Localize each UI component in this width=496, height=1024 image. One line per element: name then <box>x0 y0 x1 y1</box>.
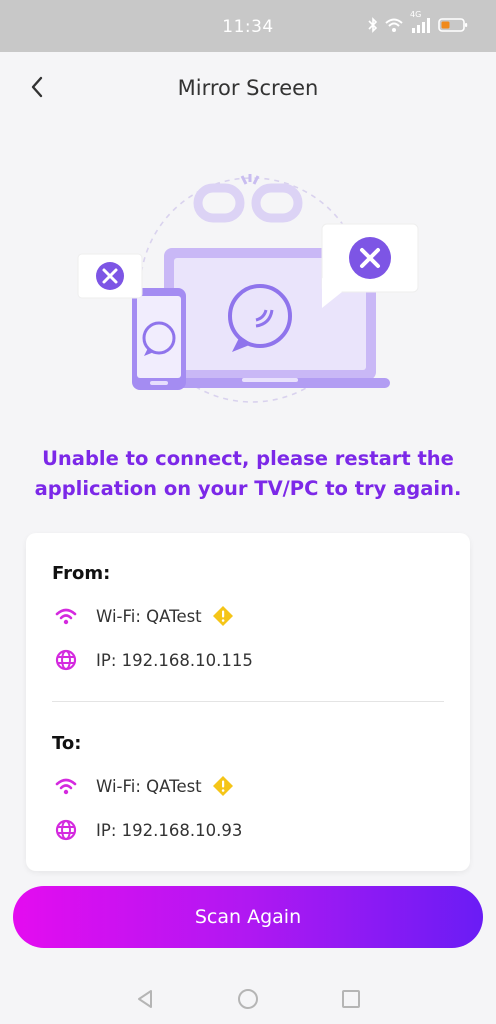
from-ip-row: IP: 192.168.10.115 <box>54 647 253 673</box>
wifi-icon <box>384 17 404 37</box>
globe-icon <box>54 818 78 842</box>
recents-square-icon[interactable] <box>340 988 362 1010</box>
to-label: To: <box>52 733 82 754</box>
from-wifi-text: Wi-Fi: QATest <box>96 606 202 626</box>
header: Mirror Screen <box>0 52 496 126</box>
wifi-icon <box>54 774 78 798</box>
connection-failed-illustration <box>70 168 430 408</box>
wifi-icon <box>54 604 78 628</box>
from-ip-text: IP: 192.168.10.115 <box>96 650 253 670</box>
network-type-label: 4G <box>410 10 422 19</box>
page-title: Mirror Screen <box>177 76 319 100</box>
to-wifi-row: Wi-Fi: QATest <box>54 773 234 799</box>
connection-info-card: From: Wi-Fi: QATest IP: 192.168.10.115 T… <box>26 533 470 871</box>
scan-again-button[interactable]: Scan Again <box>13 886 483 948</box>
status-bar: 11:34 4G <box>0 0 496 52</box>
signal-icon: 4G <box>410 10 432 38</box>
error-message: Unable to connect, please restart the ap… <box>34 447 462 500</box>
system-nav-bar <box>0 972 496 1024</box>
from-label: From: <box>52 563 111 584</box>
phone-icon <box>132 288 186 390</box>
warning-icon[interactable] <box>212 775 234 797</box>
divider <box>52 701 444 702</box>
status-icons: 4G <box>368 10 468 38</box>
phone-error-bubble <box>77 253 143 299</box>
to-ip-text: IP: 192.168.10.93 <box>96 820 243 840</box>
broken-link-icon <box>193 174 303 223</box>
back-triangle-icon[interactable] <box>134 988 156 1010</box>
globe-icon <box>54 648 78 672</box>
battery-icon <box>438 17 468 37</box>
to-wifi-text: Wi-Fi: QATest <box>96 776 202 796</box>
bluetooth-icon <box>368 17 378 37</box>
from-wifi-row: Wi-Fi: QATest <box>54 603 234 629</box>
warning-icon[interactable] <box>212 605 234 627</box>
home-circle-icon[interactable] <box>237 988 259 1010</box>
to-ip-row: IP: 192.168.10.93 <box>54 817 242 843</box>
